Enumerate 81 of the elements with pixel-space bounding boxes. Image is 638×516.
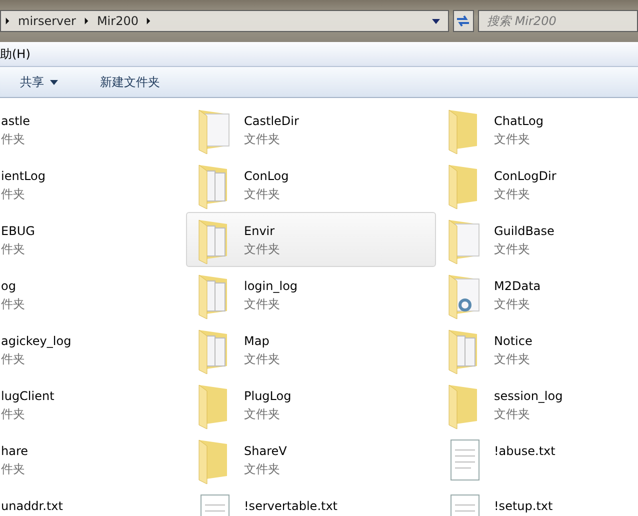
file-item[interactable]: Envir 文件夹 <box>186 212 436 267</box>
file-type: 文件夹 <box>494 186 531 203</box>
file-name: !setup.txt <box>494 499 553 513</box>
file-item[interactable]: ChatLog 文件夹 <box>436 102 638 157</box>
file-name: unaddr.txt <box>1 499 63 513</box>
file-item[interactable]: Notice 文件夹 <box>436 322 638 377</box>
file-type: 文件夹 <box>244 351 280 368</box>
file-name: Notice <box>494 334 532 348</box>
file-name: CastleDir <box>244 114 299 128</box>
file-type: 件夹 <box>1 131 26 148</box>
file-item[interactable]: !abuse.txt <box>436 432 638 487</box>
file-item[interactable]: !servertable.txt <box>186 487 436 516</box>
file-type: 件夹 <box>1 406 26 423</box>
file-item[interactable]: ConLogDir 文件夹 <box>436 157 638 212</box>
file-type: 文件夹 <box>244 406 281 423</box>
toolbar-button[interactable]: 共享 <box>14 70 64 94</box>
refresh-arrows-icon <box>455 13 472 29</box>
file-name: og <box>1 279 17 293</box>
file-item[interactable]: unaddr.txt <box>0 487 186 516</box>
file-name: M2Data <box>494 279 541 293</box>
file-item[interactable]: astle 件夹 <box>0 102 186 157</box>
file-name: GuildBase <box>494 224 554 238</box>
file-type: 件夹 <box>1 461 26 478</box>
chevron-icon <box>5 17 10 25</box>
file-item[interactable]: ConLog 文件夹 <box>186 157 436 212</box>
file-item[interactable]: session_log 文件夹 <box>436 377 638 432</box>
file-item[interactable]: hare 件夹 <box>0 432 186 487</box>
file-type: 文件夹 <box>494 131 531 148</box>
file-name: !servertable.txt <box>244 499 338 513</box>
file-name: ientLog <box>1 169 46 183</box>
breadcrumb-item[interactable]: Mir200 <box>96 14 138 28</box>
file-type: 文件夹 <box>244 296 281 313</box>
file-name: login_log <box>244 279 298 293</box>
file-name: astle <box>1 114 30 128</box>
file-type: 文件夹 <box>494 351 531 368</box>
file-type: 件夹 <box>1 241 26 258</box>
breadcrumb-item[interactable]: mirserver <box>18 14 76 28</box>
file-type: 件夹 <box>1 351 26 368</box>
chevron-icon <box>84 17 89 25</box>
file-item[interactable]: GuildBase 文件夹 <box>436 212 638 267</box>
file-item[interactable]: ientLog 件夹 <box>0 157 186 212</box>
file-name: session_log <box>494 389 563 403</box>
file-item[interactable]: !setup.txt <box>436 487 638 516</box>
file-item[interactable]: og 件夹 <box>0 267 186 322</box>
file-type: 文件夹 <box>494 241 531 258</box>
file-name: ChatLog <box>494 114 544 128</box>
file-type: 件夹 <box>1 186 26 203</box>
file-name: EBUG <box>1 224 35 238</box>
file-item[interactable]: login_log 文件夹 <box>186 267 436 322</box>
file-type: 件夹 <box>1 296 25 313</box>
file-item[interactable]: agickey_log 件夹 <box>0 322 186 377</box>
file-name: PlugLog <box>244 389 292 403</box>
file-item[interactable]: M2Data 文件夹 <box>436 267 638 322</box>
file-type: 文件夹 <box>244 186 281 203</box>
file-type: 文件夹 <box>244 131 281 148</box>
file-name: !abuse.txt <box>494 444 556 458</box>
file-name: Envir <box>244 224 276 238</box>
file-item[interactable]: PlugLog 文件夹 <box>186 377 436 432</box>
address-bar[interactable]: mirserver Mir200 <box>0 10 449 32</box>
file-name: ConLogDir <box>494 169 556 183</box>
file-type: 文件夹 <box>494 406 531 423</box>
file-item[interactable]: EBUG 件夹 <box>0 212 186 267</box>
file-name: lugClient <box>1 389 54 403</box>
file-item[interactable]: Map 文件夹 <box>186 322 436 377</box>
chevron-icon <box>146 17 152 25</box>
menu-item[interactable]: 助(H) <box>0 46 34 62</box>
file-type: 文件夹 <box>244 461 281 478</box>
file-type: 文件夹 <box>494 296 531 313</box>
file-name: agickey_log <box>1 334 72 348</box>
file-type: 文件夹 <box>244 241 280 258</box>
refresh-button[interactable] <box>452 10 474 32</box>
file-item[interactable]: CastleDir 文件夹 <box>186 102 436 157</box>
dropdown-arrow-icon[interactable] <box>432 18 440 24</box>
file-name: ConLog <box>244 169 289 183</box>
file-name: ShareV <box>244 444 287 458</box>
file-item[interactable]: ShareV 文件夹 <box>186 432 436 487</box>
toolbar-button[interactable]: 新建文件夹 <box>94 70 166 94</box>
file-item[interactable]: lugClient 件夹 <box>0 377 186 432</box>
search-field[interactable]: 搜索 Mir200 <box>478 10 638 32</box>
file-name: hare <box>1 444 28 458</box>
file-name: Map <box>244 334 270 348</box>
